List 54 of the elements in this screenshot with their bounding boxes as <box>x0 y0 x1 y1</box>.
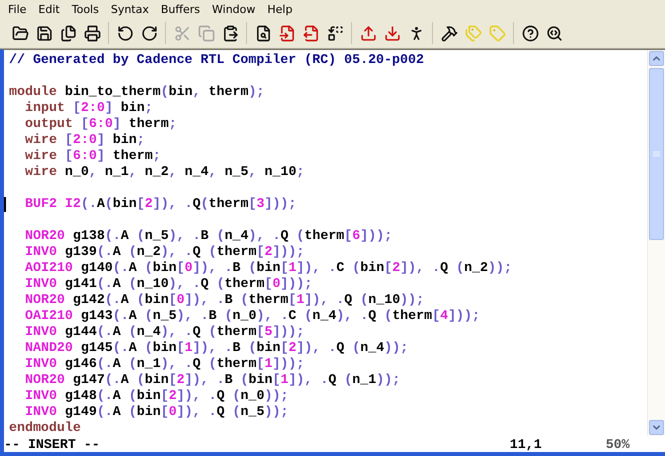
code-line: NOR20 g142(.A (bin[0]), .B (therm[1]), .Q (n_10)); <box>24 292 424 308</box>
code-line: INV0 g139(.A (n_2), .Q (therm[2])); <box>24 244 304 260</box>
clipboard-icon <box>222 24 238 42</box>
menu-item[interactable]: Buffers <box>154 2 206 16</box>
search-icon <box>254 24 272 42</box>
code-line: NOR20 g138(.A (n_5), .B (n_4), .Q (therm[6])); <box>24 228 392 244</box>
code-line: input [2:0] bin; <box>24 100 153 116</box>
scrollbar[interactable] <box>647 50 665 436</box>
files-icon <box>60 24 76 42</box>
help-icon <box>522 24 538 42</box>
scroll-up-button[interactable] <box>649 51 664 66</box>
code-line: INV0 g148(.A (bin[2]), .Q (n_0)); <box>24 388 288 404</box>
mode-indicator: -- INSERT -- <box>4 436 100 452</box>
code-line: wire [6:0] therm; <box>24 148 161 164</box>
code-line: AOI210 g140(.A (bin[0]), .B (bin[1]), .C (bin[2]), .Q (n_2)); <box>24 260 512 276</box>
code-line: INV0 g144(.A (n_4), .Q (therm[5])); <box>24 324 304 340</box>
code-line: INV0 g141(.A (n_10), .Q (therm[0])); <box>24 276 312 292</box>
code-line: INV0 g149(.A (bin[0]), .Q (n_5)); <box>24 404 288 420</box>
code-line: wire n_0, n_1, n_2, n_4, n_5, n_10; <box>24 164 304 180</box>
hammer-icon <box>440 24 458 42</box>
folder-icon <box>12 24 28 42</box>
menu-item[interactable]: Window <box>206 2 262 16</box>
redo-icon <box>140 24 158 42</box>
code-line: INV0 g146(.A (n_1), .Q (therm[1])); <box>24 356 304 372</box>
code-line: wire [2:0] bin; <box>24 132 145 148</box>
code-line: endmodule <box>9 420 81 436</box>
grip-icon <box>653 151 660 157</box>
menu-item[interactable]: File <box>2 2 32 16</box>
search-icon <box>546 24 562 42</box>
file-arrow-icon <box>302 24 320 42</box>
menu-item[interactable]: Tools <box>66 2 105 16</box>
menu-item[interactable]: Edit <box>32 2 66 16</box>
scroll-percentage: 50% <box>606 436 630 452</box>
upload-icon <box>360 24 376 42</box>
code-line: module bin_to_therm(bin, therm); <box>9 84 264 100</box>
scrollbar-thumb[interactable] <box>649 68 664 240</box>
undo-icon <box>116 24 134 42</box>
scroll-down-button[interactable] <box>649 420 664 435</box>
copy-icon <box>198 24 214 42</box>
menu-item[interactable]: Syntax <box>104 2 155 16</box>
code-line: output [6:0] therm; <box>24 116 177 132</box>
printer-icon <box>84 24 100 42</box>
code-line: NAND20 g145(.A (bin[1]), .B (bin[2]), .Q (n_4)); <box>24 340 408 356</box>
code-line: BUF2 I2(.A(bin[2]), .Q(therm[3])); <box>24 196 296 212</box>
cursor-position: 11,1 <box>510 436 542 452</box>
scissors-icon <box>174 24 190 42</box>
tags-icon <box>464 24 482 42</box>
code-line: NOR20 g147(.A (bin[2]), .B (bin[1]), .Q (n_1)); <box>24 372 400 388</box>
tag-icon <box>488 24 506 42</box>
code-line: // Generated by Cadence RTL Compiler (RC) 05.20-p002 <box>9 52 424 68</box>
file-arrow-icon <box>278 24 296 42</box>
download-icon <box>384 24 400 42</box>
menu-item[interactable]: Help <box>261 2 298 16</box>
code-line: OAI210 g143(.A (n_5), .B (n_0), .C (n_4), .Q (therm[4])); <box>24 308 480 324</box>
